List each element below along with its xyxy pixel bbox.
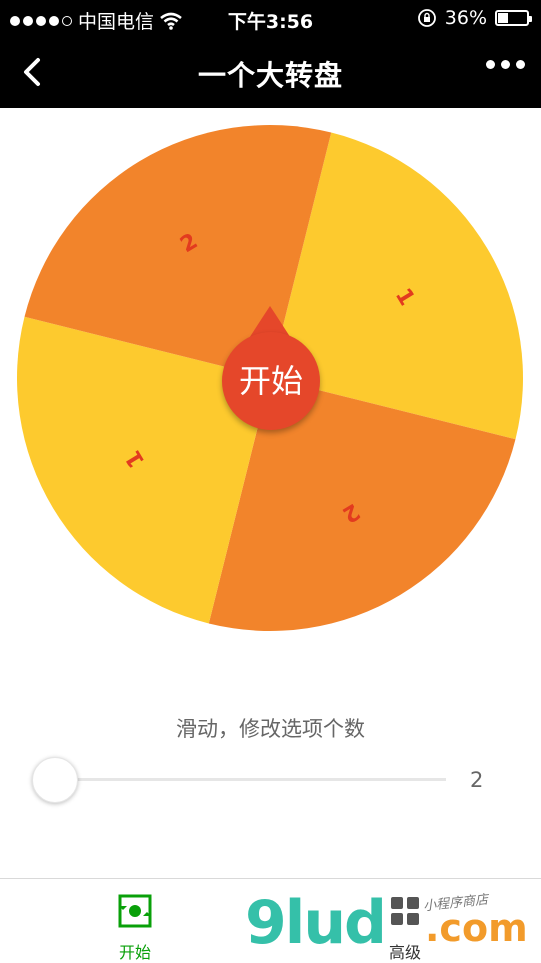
page-title: 一个大转盘 [197,59,343,92]
tab-start[interactable]: 开始 [75,879,195,962]
battery-icon [495,10,532,26]
status-right: 36% [417,7,532,29]
more-options-icon[interactable] [486,60,525,69]
watermark-main: 9lud [245,888,387,958]
start-spin-button[interactable]: 开始 [222,332,320,430]
watermark-suffix: .com [425,906,528,950]
slider-value: 2 [470,768,484,792]
slider-label: 滑动，修改选项个数 [176,717,365,741]
options-count-slider-track[interactable] [56,778,446,781]
status-bar: 中国电信 下午3:56 36% [0,0,541,36]
watermark-logo: 9lud 小程序商店 .com [245,886,541,960]
start-button-label: 开始 [238,362,303,400]
refresh-frame-icon [118,894,152,928]
tab-start-label: 开始 [118,943,151,962]
battery-percent: 36% [444,7,487,29]
navigation-bar: 一个大转盘 [0,36,541,108]
rotation-lock-icon [417,9,436,27]
options-count-slider-thumb[interactable] [32,757,78,803]
